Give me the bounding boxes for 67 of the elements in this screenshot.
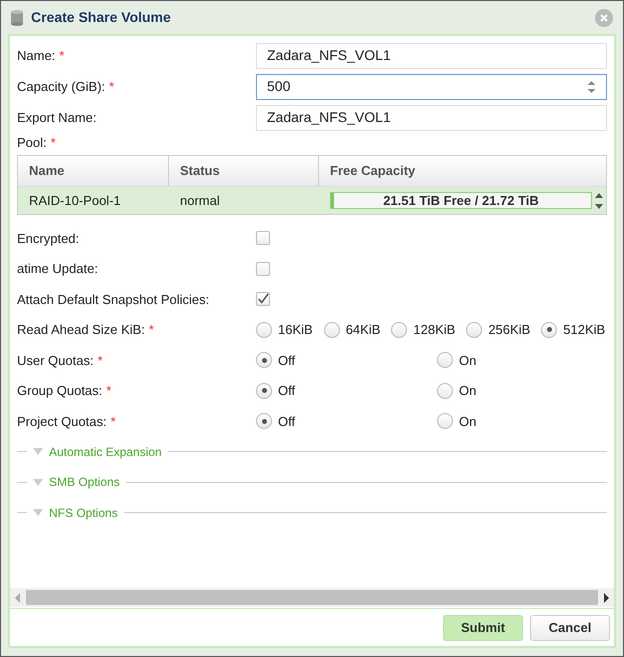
capacity-bar: 21.51 TiB Free / 21.72 TiB (330, 192, 592, 209)
scroll-left-icon[interactable] (14, 592, 22, 602)
input-field[interactable]: Zadara_NFS_VOL1 (256, 42, 607, 68)
radio-button[interactable] (437, 352, 453, 368)
table-row[interactable]: RAID-10-Pool-1 normal 21.51 TiB Free / 21.72 TiB (18, 187, 606, 214)
radio-button[interactable] (256, 413, 272, 430)
field-label: Name: (17, 46, 56, 65)
radio-button[interactable] (437, 413, 453, 430)
radio-label: On (459, 412, 476, 430)
radio-label: Off (278, 412, 296, 430)
checkbox[interactable] (256, 231, 270, 246)
radio-button[interactable] (256, 352, 272, 368)
field-label: Pool: (17, 134, 47, 152)
table-cell-text: normal (179, 192, 221, 210)
radio-label: 256KiB (488, 321, 530, 339)
field-label: User Quotas: (17, 352, 94, 370)
window-title: Create Share Volume (31, 8, 172, 27)
radio-button[interactable] (256, 382, 272, 399)
cancel-button[interactable]: Cancel (530, 614, 610, 640)
required-mark: * (106, 382, 112, 400)
horizontal-scrollbar[interactable] (10, 588, 614, 607)
column-header[interactable]: Free Capacity (319, 156, 606, 186)
triangle-down-icon (33, 509, 43, 516)
required-mark: * (59, 46, 64, 65)
radio-label: On (459, 352, 476, 370)
required-mark: * (148, 321, 154, 339)
radio-button[interactable] (391, 322, 408, 338)
radio-button[interactable] (324, 322, 340, 338)
spinner-icon[interactable] (587, 80, 596, 94)
submit-button[interactable]: Submit (443, 614, 523, 640)
table-cell-text: RAID-10-Pool-1 (28, 192, 122, 210)
field-label: Encrypted: (17, 230, 80, 248)
input-field[interactable]: Zadara_NFS_VOL1 (256, 104, 607, 130)
radio-button[interactable] (437, 382, 453, 399)
radio-label: 64KiB (346, 321, 380, 339)
radio-button[interactable] (466, 322, 482, 338)
radio-label: Off (278, 352, 296, 370)
field-label: Group Quotas: (17, 382, 102, 400)
required-mark: * (98, 352, 103, 370)
radio-label: Off (278, 382, 296, 400)
radio-label: 128KiB (413, 321, 456, 339)
radio-button[interactable] (256, 322, 272, 338)
radio-label: 512KiB (563, 321, 606, 339)
radio-button[interactable] (541, 322, 558, 338)
required-mark: * (110, 412, 116, 430)
radio-label: On (459, 382, 476, 400)
required-mark: * (50, 134, 56, 152)
field-label: Export Name: (17, 108, 96, 127)
field-label: atime Update: (17, 260, 98, 278)
number-field[interactable]: 500 (256, 74, 607, 100)
triangle-down-icon (33, 448, 43, 456)
column-header[interactable]: Status (169, 156, 319, 186)
triangle-down-icon (33, 478, 43, 486)
database-icon (11, 10, 23, 26)
close-icon (599, 12, 609, 22)
field-label: Project Quotas: (17, 412, 107, 431)
scroll-right-icon[interactable] (602, 592, 610, 602)
scrollbar-thumb[interactable] (26, 590, 598, 605)
radio-label: 16KiB (278, 321, 313, 339)
checkbox[interactable] (256, 262, 270, 276)
field-label: Attach Default Snapshot Policies: (17, 290, 210, 309)
column-header[interactable]: Name (18, 156, 169, 186)
close-button[interactable] (595, 8, 613, 26)
checkbox[interactable] (256, 292, 270, 306)
field-label: Capacity (GiB): (17, 78, 106, 96)
required-mark: * (109, 78, 114, 96)
field-label: Read Ahead Size KiB: (17, 321, 145, 339)
